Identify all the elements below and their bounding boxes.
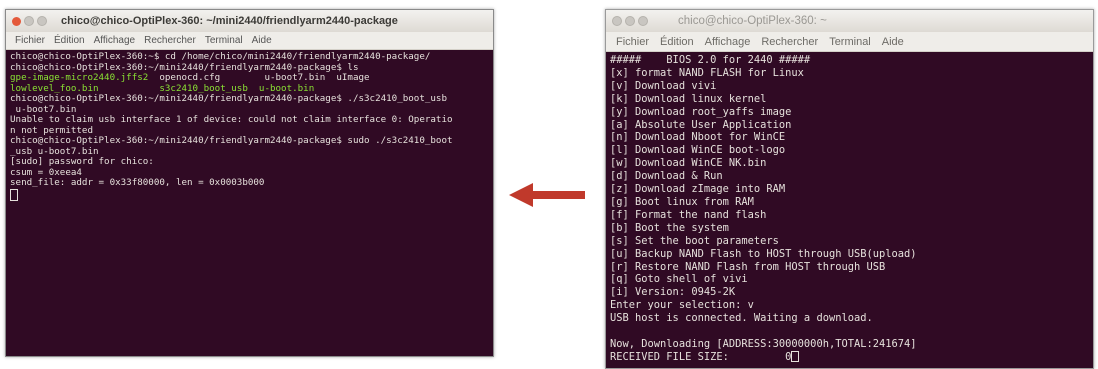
terminal-line bbox=[10, 188, 489, 201]
right-titlebar[interactable]: chico@chico-OptiPlex-360: ~ bbox=[606, 10, 1093, 32]
menu-rechercher[interactable]: Rechercher bbox=[144, 35, 196, 46]
left-titlebar[interactable]: chico@chico-OptiPlex-360: ~/mini2440/fri… bbox=[6, 10, 493, 32]
menu-edition[interactable]: Édition bbox=[54, 35, 85, 46]
highlighted-file-name: lowlevel_foo.bin s3c2410_boot_usb u-boot… bbox=[10, 82, 315, 94]
terminal-line: [l] Download WinCE boot-logo bbox=[610, 144, 786, 157]
terminal-line: [y] Download root_yaffs image bbox=[610, 105, 792, 118]
terminal-line: [u] Backup NAND Flash to HOST through US… bbox=[610, 247, 917, 260]
window-title: chico@chico-OptiPlex-360: ~ bbox=[678, 15, 827, 27]
text-cursor bbox=[791, 351, 800, 363]
minimize-icon[interactable] bbox=[625, 16, 635, 26]
menu-terminal[interactable]: Terminal bbox=[829, 36, 871, 48]
terminal-line: [i] Version: 0945-2K bbox=[610, 286, 736, 299]
left-terminal-output[interactable]: chico@chico-OptiPlex-360:~$ cd /home/chi… bbox=[6, 50, 493, 356]
left-arrow-icon bbox=[509, 183, 585, 207]
terminal-line: [a] Absolute User Application bbox=[610, 118, 792, 131]
terminal-line: [v] Download vivi bbox=[610, 79, 717, 92]
window-controls bbox=[12, 16, 47, 26]
maximize-icon[interactable] bbox=[638, 16, 648, 26]
terminal-line: [q] Goto shell of vivi bbox=[610, 273, 748, 286]
close-icon[interactable] bbox=[12, 16, 21, 26]
right-terminal-output[interactable]: ##### BIOS 2.0 for 2440 ##### [x] format … bbox=[606, 52, 1093, 368]
close-icon[interactable] bbox=[612, 16, 622, 26]
terminal-line: [w] Download WinCE NK.bin bbox=[610, 157, 767, 170]
terminal-line: USB host is connected. Waiting a downloa… bbox=[610, 312, 873, 325]
terminal-line: Enter your selection: v bbox=[610, 299, 754, 312]
terminal-line: Unable to claim usb interface 1 of devic… bbox=[10, 114, 453, 125]
terminal-line: Now, Downloading [ADDRESS:30000000h,TOTA… bbox=[610, 337, 917, 350]
left-terminal-window[interactable]: chico@chico-OptiPlex-360: ~/mini2440/fri… bbox=[5, 9, 494, 357]
menu-affichage[interactable]: Affichage bbox=[94, 35, 136, 46]
terminal-line: [r] Restore NAND Flash from HOST through… bbox=[610, 260, 886, 273]
terminal-line: chico@chico-OptiPlex-360:~$ cd /home/chi… bbox=[10, 51, 431, 62]
terminal-line: send_file: addr = 0x33f80000, len = 0x00… bbox=[10, 177, 265, 188]
menu-aide[interactable]: Aide bbox=[252, 35, 272, 46]
terminal-line: [s] Set the boot parameters bbox=[610, 234, 779, 247]
menu-rechercher[interactable]: Rechercher bbox=[761, 36, 818, 48]
terminal-line: ##### BIOS 2.0 for 2440 ##### bbox=[610, 54, 811, 66]
terminal-line: [x] format NAND FLASH for Linux bbox=[610, 66, 804, 79]
terminal-line: [sudo] password for chico: bbox=[10, 156, 154, 167]
terminal-line: chico@chico-OptiPlex-360:~/mini2440/frie… bbox=[10, 93, 447, 104]
terminal-line: [f] Format the nand flash bbox=[610, 208, 767, 221]
left-menubar: Fichier Édition Affichage Rechercher Ter… bbox=[6, 32, 493, 50]
menu-edition[interactable]: Édition bbox=[660, 36, 694, 48]
highlighted-file-name: gpe-image-micro2440.jffs2 bbox=[10, 72, 149, 83]
terminal-line: [z] Download zImage into RAM bbox=[610, 183, 786, 196]
terminal-line: [n] Download Nboot for WinCE bbox=[610, 131, 786, 144]
window-controls bbox=[612, 16, 648, 26]
terminal-line: chico@chico-OptiPlex-360:~/mini2440/frie… bbox=[10, 135, 453, 146]
terminal-line: RECEIVED FILE SIZE: 0 bbox=[610, 351, 1089, 364]
menu-fichier[interactable]: Fichier bbox=[616, 36, 649, 48]
terminal-line: [b] Boot the system bbox=[610, 221, 729, 234]
text-cursor bbox=[10, 188, 18, 201]
right-terminal-window[interactable]: chico@chico-OptiPlex-360: ~ Fichier Édit… bbox=[605, 9, 1094, 369]
terminal-line: [g] Boot linux from RAM bbox=[610, 195, 754, 208]
menu-terminal[interactable]: Terminal bbox=[205, 35, 243, 46]
maximize-icon[interactable] bbox=[37, 16, 47, 26]
terminal-line: [k] Download linux kernel bbox=[610, 92, 767, 105]
menu-affichage[interactable]: Affichage bbox=[705, 36, 751, 48]
file-name: openocd.cfg u-boot7.bin uImage bbox=[148, 72, 370, 83]
window-title: chico@chico-OptiPlex-360: ~/mini2440/fri… bbox=[61, 15, 398, 27]
menu-aide[interactable]: Aide bbox=[882, 36, 904, 48]
minimize-icon[interactable] bbox=[24, 16, 34, 26]
terminal-line: [d] Download & Run bbox=[610, 170, 723, 183]
menu-fichier[interactable]: Fichier bbox=[15, 35, 45, 46]
right-menubar: Fichier Édition Affichage Rechercher Ter… bbox=[606, 32, 1093, 52]
